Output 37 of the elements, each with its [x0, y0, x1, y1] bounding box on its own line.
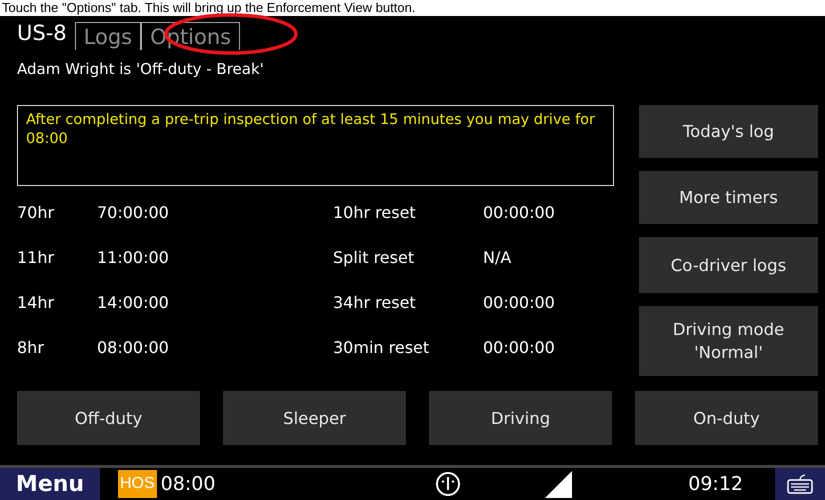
signal-icon [545, 470, 572, 498]
timer-value: 08:00:00 [97, 338, 170, 357]
menu-button[interactable]: Menu [0, 468, 100, 500]
reset-value: N/A [483, 248, 512, 267]
duty-status-button[interactable]: Driving [429, 391, 612, 445]
timer-label: 11hr [17, 248, 56, 267]
reset-label: 10hr reset [333, 203, 417, 222]
timer-label: 70hr [17, 203, 56, 222]
tab[interactable]: US-8 [9, 16, 75, 50]
side-button[interactable]: Driving mode 'Normal' [639, 306, 818, 376]
duty-status-button[interactable]: On-duty [635, 391, 818, 445]
driver-status-text: Adam Wright is 'Off-duty - Break' [17, 60, 265, 80]
reset-value: 00:00:00 [483, 338, 556, 357]
reset-value: 00:00:00 [483, 203, 556, 222]
reset-label: Split reset [333, 248, 416, 267]
timer-value: 11:00:00 [97, 248, 170, 267]
gauge-icon[interactable] [435, 471, 462, 497]
caption-text: Touch the "Options" tab. This will bring up the Enforcement View button. [0, 0, 825, 16]
reset-value: 00:00:00 [483, 293, 556, 312]
keyboard-button[interactable] [775, 468, 825, 500]
reset-label: 34hr reset [333, 293, 417, 312]
timer-label: 14hr [17, 293, 56, 312]
timer-value: 14:00:00 [97, 293, 170, 312]
reset-label: 30min reset [333, 338, 430, 357]
side-button[interactable]: More timers [639, 171, 818, 224]
duty-status-button[interactable]: Sleeper [223, 391, 406, 445]
hos-badge: HOS [118, 470, 157, 498]
hos-time: 08:00 [160, 473, 216, 495]
tab[interactable]: Logs [74, 22, 142, 50]
message-box: After completing a pre-trip inspection of at least 15 minutes you may drive for 08:00 [17, 105, 614, 186]
timer-label: 8hr [17, 338, 45, 357]
side-button[interactable]: Today's log [639, 105, 818, 158]
clock: 09:12 [688, 473, 743, 495]
keyboard-icon [787, 474, 813, 494]
side-button[interactable]: Co-driver logs [639, 237, 818, 293]
duty-status-button[interactable]: Off-duty [17, 391, 200, 445]
timer-value: 70:00:00 [97, 203, 170, 222]
